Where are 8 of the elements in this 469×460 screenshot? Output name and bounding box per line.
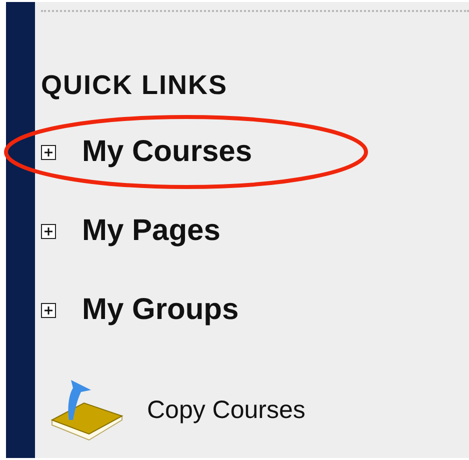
- expand-icon[interactable]: [41, 224, 56, 238]
- quick-link[interactable]: My Pages: [82, 214, 220, 248]
- quick-link[interactable]: My Groups: [82, 293, 239, 327]
- book-with-arrow-icon[interactable]: [49, 378, 125, 442]
- expand-icon[interactable]: [41, 144, 56, 160]
- copy-courses-link[interactable]: Copy Courses: [147, 396, 306, 424]
- section-title: QUICK LINKS: [41, 70, 228, 100]
- expand-icon[interactable]: [41, 302, 56, 318]
